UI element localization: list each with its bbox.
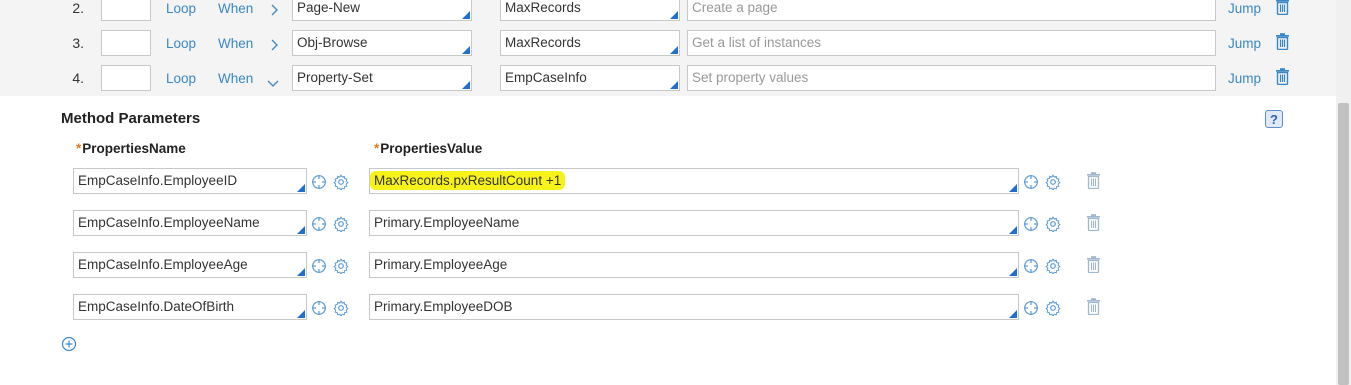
step-number: 3. xyxy=(72,35,84,51)
step-number: 2. xyxy=(72,0,84,16)
crosshair-icon[interactable] xyxy=(311,300,327,316)
crosshair-icon[interactable] xyxy=(1023,174,1039,190)
properties-name-header: *PropertiesName xyxy=(76,141,186,156)
gear-icon[interactable] xyxy=(333,216,349,233)
property-name-input[interactable]: EmpCaseInfo.EmployeeName xyxy=(73,210,307,236)
loop-link[interactable]: Loop xyxy=(166,71,196,86)
gear-icon[interactable] xyxy=(333,300,349,317)
method-parameters-area xyxy=(0,96,1336,385)
vertical-scrollbar[interactable] xyxy=(1336,0,1351,385)
autocomplete-corner-icon xyxy=(462,81,470,89)
autocomplete-corner-icon xyxy=(670,11,678,19)
crosshair-icon[interactable] xyxy=(311,174,327,190)
scrollbar-thumb[interactable] xyxy=(1338,103,1349,385)
crosshair-icon[interactable] xyxy=(311,258,327,274)
trash-icon[interactable] xyxy=(1275,33,1290,50)
trash-icon[interactable] xyxy=(1086,214,1101,236)
autocomplete-corner-icon xyxy=(462,46,470,54)
step-page-input[interactable]: MaxRecords xyxy=(500,0,680,21)
jump-link[interactable]: Jump xyxy=(1228,71,1261,86)
gear-icon[interactable] xyxy=(1045,300,1061,317)
method-input[interactable]: Page-New xyxy=(292,0,472,21)
autocomplete-corner-icon xyxy=(1009,184,1017,192)
autocomplete-corner-icon xyxy=(297,226,305,234)
add-row-icon[interactable] xyxy=(61,336,77,352)
step-label-input[interactable] xyxy=(101,65,151,91)
gear-icon[interactable] xyxy=(1045,174,1061,191)
required-marker: * xyxy=(374,141,380,156)
autocomplete-corner-icon xyxy=(297,268,305,276)
trash-icon[interactable] xyxy=(1275,0,1290,15)
description-input[interactable]: Get a list of instances xyxy=(687,30,1216,56)
when-link[interactable]: When xyxy=(218,36,253,51)
loop-link[interactable]: Loop xyxy=(166,36,196,51)
when-link[interactable]: When xyxy=(218,1,253,16)
autocomplete-corner-icon xyxy=(297,310,305,318)
autocomplete-corner-icon xyxy=(670,46,678,54)
crosshair-icon[interactable] xyxy=(1023,300,1039,316)
trash-icon[interactable] xyxy=(1086,256,1101,278)
crosshair-icon[interactable] xyxy=(1023,258,1039,274)
when-link[interactable]: When xyxy=(218,71,253,86)
step-page-input[interactable]: EmpCaseInfo xyxy=(500,65,680,91)
step-number: 4. xyxy=(72,70,84,86)
method-input[interactable]: Obj-Browse xyxy=(292,30,472,56)
step-row: 2. Loop When Page-New MaxRecords Create … xyxy=(0,0,1336,28)
method-parameters-title: Method Parameters xyxy=(61,110,201,127)
required-marker: * xyxy=(76,141,82,156)
description-input[interactable]: Create a page xyxy=(687,0,1216,21)
crosshair-icon[interactable] xyxy=(311,216,327,232)
help-icon[interactable]: ? xyxy=(1265,110,1283,128)
property-value-input[interactable]: MaxRecords.pxResultCount +1 xyxy=(369,168,1019,194)
autocomplete-corner-icon xyxy=(1009,226,1017,234)
step-row: 4. Loop When Property-Set EmpCaseInfo Se… xyxy=(0,64,1336,98)
properties-value-header: *PropertiesValue xyxy=(374,141,483,156)
property-name-input[interactable]: EmpCaseInfo.DateOfBirth xyxy=(73,294,307,320)
chevron-right-icon[interactable] xyxy=(270,3,280,20)
method-input[interactable]: Property-Set xyxy=(292,65,472,91)
autocomplete-corner-icon xyxy=(670,81,678,89)
chevron-right-icon[interactable] xyxy=(270,38,280,55)
description-input[interactable]: Set property values xyxy=(687,65,1216,91)
property-value-input[interactable]: Primary.EmployeeAge xyxy=(369,252,1019,278)
gear-icon[interactable] xyxy=(1045,216,1061,233)
jump-link[interactable]: Jump xyxy=(1228,1,1261,16)
step-label-input[interactable] xyxy=(101,0,151,21)
gear-icon[interactable] xyxy=(333,174,349,191)
autocomplete-corner-icon xyxy=(1009,268,1017,276)
gear-icon[interactable] xyxy=(333,258,349,275)
step-row: 3. Loop When Obj-Browse MaxRecords Get a… xyxy=(0,29,1336,63)
chevron-down-icon[interactable] xyxy=(266,76,280,92)
step-page-input[interactable]: MaxRecords xyxy=(500,30,680,56)
jump-link[interactable]: Jump xyxy=(1228,36,1261,51)
gear-icon[interactable] xyxy=(1045,258,1061,275)
step-label-input[interactable] xyxy=(101,30,151,56)
property-value-input[interactable]: Primary.EmployeeDOB xyxy=(369,294,1019,320)
loop-link[interactable]: Loop xyxy=(166,1,196,16)
crosshair-icon[interactable] xyxy=(1023,216,1039,232)
trash-icon[interactable] xyxy=(1275,68,1290,85)
autocomplete-corner-icon xyxy=(297,184,305,192)
property-name-input[interactable]: EmpCaseInfo.EmployeeAge xyxy=(73,252,307,278)
property-name-input[interactable]: EmpCaseInfo.EmployeeID xyxy=(73,168,307,194)
trash-icon[interactable] xyxy=(1086,172,1101,194)
autocomplete-corner-icon xyxy=(462,11,470,19)
autocomplete-corner-icon xyxy=(1009,310,1017,318)
trash-icon[interactable] xyxy=(1086,298,1101,320)
property-value-input[interactable]: Primary.EmployeeName xyxy=(369,210,1019,236)
